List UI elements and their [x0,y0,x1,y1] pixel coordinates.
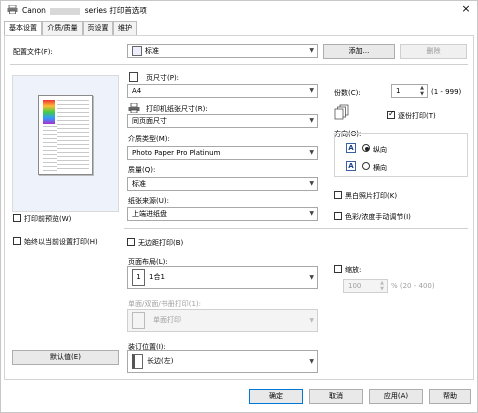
copies-input[interactable]: 1 ▲ ▼ [391,84,428,98]
profile-label: 配置文件(F): [13,48,53,56]
chevron-down-icon: ▼ [309,117,314,124]
copies-label: 份数(C): [334,89,361,97]
binding-value: 长边(左) [147,357,174,365]
chevron-down-icon: ▼ [309,47,314,54]
duplex-select[interactable]: 单面打印 ▼ [127,309,318,332]
printer-paper-label: 打印机纸张尺寸(R): [146,105,208,113]
defaults-button[interactable]: 默认值(E) [12,350,119,365]
always-current-label: 始终以当前设置打印(H) [24,238,98,246]
tab-maintenance[interactable]: 维护 [113,21,137,35]
layout-1up-icon: 1 [132,268,145,286]
copies-value: 1 [396,87,401,95]
preview-lines-bottom [43,126,57,172]
printer-icon [7,4,18,15]
scaling-range: % (20 - 400) [391,282,435,290]
spinner-icon[interactable]: ▲ ▼ [420,85,424,97]
chevron-down-icon: ▼ [309,210,314,217]
preview-before-checkbox[interactable] [13,214,21,222]
always-current-checkbox[interactable] [13,237,21,245]
close-icon[interactable]: × [459,2,473,16]
color-intensity-label: 色彩/浓度手动调节(I) [345,213,411,221]
borderless-checkbox[interactable] [127,238,135,246]
preview-image [43,100,55,124]
profile-icon [132,46,142,56]
delete-button[interactable]: 删除 [400,44,467,59]
chevron-down-icon: ▼ [309,274,314,281]
tab-media-quality[interactable]: 介质/质量 [42,21,83,35]
scaling-label: 缩放: [345,266,362,274]
page-layout-value: 1合1 [149,273,165,281]
media-select[interactable]: Photo Paper Pro Platinum ▼ [127,146,318,160]
help-button[interactable]: 帮助 [429,389,471,404]
paper-source-value: 上端进纸盘 [132,210,167,218]
title-suffix: series 打印首选项 [84,6,147,15]
cancel-button[interactable]: 取消 [309,389,363,404]
profile-value: 标准 [145,47,159,55]
grayscale-checkbox[interactable] [334,191,342,199]
landscape-radio[interactable] [362,162,370,170]
title-bar: Canon series 打印首选项 × [0,0,478,20]
chevron-down-icon: ▼ [309,87,314,94]
add-button[interactable]: 添加... [323,44,395,59]
duplex-label: 单面/双面/书册打印(1): [128,300,201,308]
preview-before-label: 打印前预览(W) [24,215,72,223]
scaling-checkbox[interactable] [334,265,342,273]
printer-paper-value: 同页面尺寸 [132,117,167,125]
collate-checkbox[interactable] [387,109,395,119]
portrait-radio[interactable] [362,144,370,152]
print-preview [12,75,119,212]
window-title: Canon series 打印首选项 [22,5,147,16]
paper-source-label: 纸张来源(U): [128,197,169,205]
apply-button[interactable]: 应用(A) [369,389,423,404]
duplex-value: 单面打印 [153,316,181,324]
quality-label: 质量(Q): [128,166,156,174]
chevron-down-icon: ▼ [309,180,314,187]
landscape-icon: A [346,161,356,171]
duplex-icon [132,311,145,329]
divider [10,64,468,65]
media-value: Photo Paper Pro Platinum [132,149,221,157]
landscape-label: 横向 [373,164,387,172]
page-size-value: A4 [132,87,142,95]
redacted-model [50,7,81,15]
portrait-icon: A [346,143,356,153]
page-size-select[interactable]: A4 ▼ [127,84,318,98]
color-intensity-checkbox[interactable] [334,212,342,220]
preview-lines [57,100,89,172]
printer-paper-select[interactable]: 同页面尺寸 ▼ [127,114,318,128]
tab-basic[interactable]: 基本设置 [4,21,42,36]
borderless-label: 无边距打印(B) [138,239,184,247]
copies-range: (1 - 999) [431,88,462,96]
spinner-icon: ▲ ▼ [380,280,384,292]
profile-select[interactable]: 标准 ▼ [127,44,318,58]
collate-label: 逐份打印(T) [398,112,436,120]
portrait-label: 纵向 [373,146,387,154]
divider [124,228,468,229]
printer-paper-icon [128,102,140,114]
collate-icon [334,104,350,120]
binding-select[interactable]: 长边(左) ▼ [127,350,318,373]
scaling-input[interactable]: 100 ▲ ▼ [343,279,388,293]
chevron-down-icon: ▼ [309,317,314,324]
scaling-value: 100 [348,282,362,290]
quality-select[interactable]: 标准 ▼ [127,177,318,191]
page-layout-select[interactable]: 1 1合1 ▼ [127,266,318,289]
tab-page-setup[interactable]: 页设置 [83,21,113,35]
paper-source-select[interactable]: 上端进纸盘 ▼ [127,207,318,221]
media-label: 介质类型(M): [128,135,170,143]
quality-value: 标准 [132,180,146,188]
ok-button[interactable]: 确定 [249,389,303,404]
binding-icon [132,353,143,369]
title-prefix: Canon [22,6,46,15]
preview-paper [38,95,93,175]
chevron-down-icon: ▼ [309,149,314,156]
page-size-icon [129,72,138,82]
chevron-down-icon: ▼ [309,358,314,365]
grayscale-label: 黑白照片打印(K) [345,192,398,200]
page-size-label: 页尺寸(P): [146,74,180,82]
